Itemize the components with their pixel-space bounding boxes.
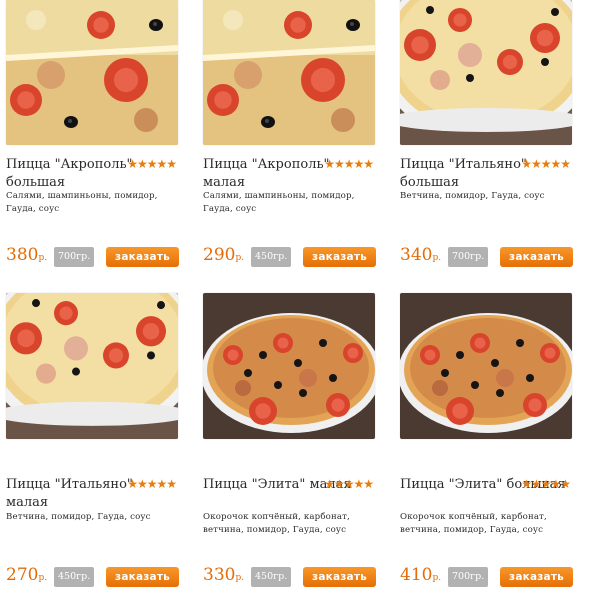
product-grid: Пицца "Акрополь" большая ★★★★★ Салями, шам… (0, 0, 591, 593)
order-button[interactable]: заказать (106, 567, 179, 587)
pizza-photo[interactable] (203, 293, 375, 439)
rating-stars-icon: ★★★★★ (521, 157, 571, 171)
order-button[interactable]: заказать (303, 247, 376, 267)
rating-stars-icon: ★★★★★ (521, 477, 571, 491)
rating-stars-icon: ★★★★★ (324, 157, 374, 171)
weight-badge: 700гр. (448, 247, 489, 267)
weight-badge: 700гр. (54, 247, 95, 267)
order-button[interactable]: заказать (303, 567, 376, 587)
pizza-photo[interactable] (6, 0, 178, 145)
product-description: Ветчина, помидор, Гауда, соус (6, 512, 151, 522)
price-value: 380 (6, 245, 39, 265)
price-currency: р. (38, 253, 48, 263)
weight-badge: 700гр. (448, 567, 489, 587)
rating-stars-icon: ★★★★★ (127, 477, 177, 491)
price-value: 290 (203, 245, 236, 265)
product-description: Салями, шампиньоны, помидор, Гауда, соус (6, 191, 158, 214)
weight-badge: 450гр. (54, 567, 95, 587)
product-description: Салями, шампиньоны, помидор, Гауда, соус (203, 191, 355, 214)
price-value: 410 (400, 565, 433, 585)
rating-stars-icon: ★★★★★ (127, 157, 177, 171)
price-currency: р. (432, 573, 442, 583)
price-currency: р. (38, 573, 48, 583)
price: 290р. (203, 245, 244, 265)
pizza-photo[interactable] (203, 0, 375, 145)
price-value: 330 (203, 565, 236, 585)
price: 410р. (400, 565, 441, 585)
price-value: 270 (6, 565, 39, 585)
weight-badge: 450гр. (251, 567, 292, 587)
price-value: 340 (400, 245, 433, 265)
price-currency: р. (235, 253, 245, 263)
weight-badge: 450гр. (251, 247, 292, 267)
rating-stars-icon: ★★★★★ (324, 477, 374, 491)
price-currency: р. (235, 573, 245, 583)
price: 380р. (6, 245, 47, 265)
order-button[interactable]: заказать (500, 567, 573, 587)
price: 270р. (6, 565, 47, 585)
pizza-photo[interactable] (6, 293, 178, 439)
pizza-photo[interactable] (400, 293, 572, 439)
price-currency: р. (432, 253, 442, 263)
price: 340р. (400, 245, 441, 265)
order-button[interactable]: заказать (106, 247, 179, 267)
pizza-photo[interactable] (400, 0, 572, 145)
product-description: Ветчина, помидор, Гауда, соус (400, 191, 545, 201)
product-description: Окорочок копчёный, карбонат, ветчина, по… (203, 512, 350, 535)
price: 330р. (203, 565, 244, 585)
order-button[interactable]: заказать (500, 247, 573, 267)
product-description: Окорочок копчёный, карбонат, ветчина, по… (400, 512, 547, 535)
